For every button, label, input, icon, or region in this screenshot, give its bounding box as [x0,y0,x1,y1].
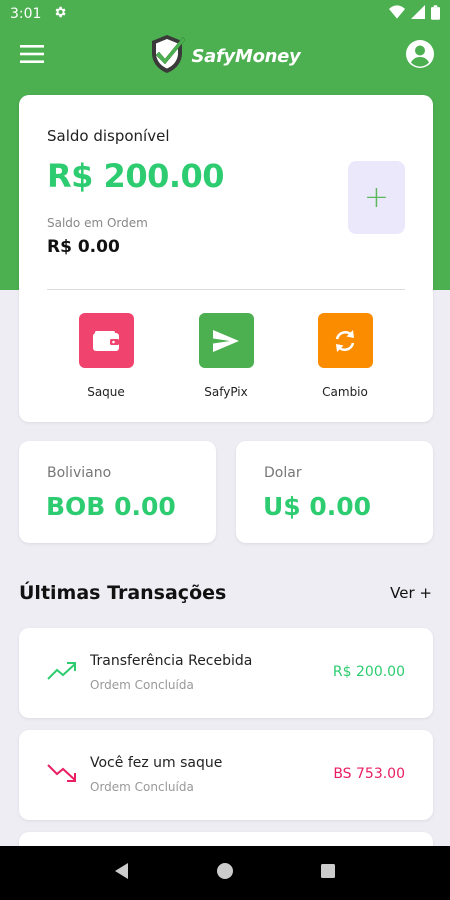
transaction-item[interactable]: Você fez um saque Ordem Concluída BS 753… [19,730,433,820]
battery-icon [431,4,440,24]
transaction-item[interactable]: Transferência Recebida Ordem Concluída R… [19,628,433,718]
exchange-icon [317,313,373,368]
app-name: SafyMoney [191,45,301,67]
boliviano-label: Boliviano [47,465,112,481]
dolar-amount: U$ 0.00 [263,492,372,521]
transactions-title: Últimas Transações [19,582,227,604]
hamburger-menu-icon[interactable] [20,45,44,67]
withdraw-label: Saque [87,385,125,399]
balance-card: Saldo disponível R$ 200.00 Saldo em Orde… [19,95,433,422]
dolar-card[interactable]: Dolar U$ 0.00 [236,441,433,543]
profile-avatar-icon[interactable] [405,40,434,72]
trending-down-icon [46,762,78,788]
signal-icon [411,5,425,23]
wifi-icon [389,5,405,23]
dolar-label: Dolar [264,465,302,481]
home-icon[interactable] [216,862,234,884]
safypix-action[interactable]: SafyPix [181,313,271,399]
exchange-label: Cambio [322,385,368,399]
exchange-action[interactable]: Cambio [300,313,390,399]
trending-up-icon [46,660,78,686]
status-time: 3:01 [10,6,42,22]
transaction-title: Transferência Recebida [90,653,253,669]
system-nav-bar [0,846,450,900]
boliviano-card[interactable]: Boliviano BOB 0.00 [19,441,216,543]
transaction-title: Você fez um saque [90,755,223,771]
recents-icon[interactable] [319,862,337,884]
status-bar: 3:01 [0,0,450,28]
transaction-amount: R$ 200.00 [332,664,405,680]
settings-gear-icon [53,5,67,23]
app-bar: SafyMoney [0,28,450,84]
order-balance-amount: R$ 0.00 [47,237,120,257]
app-logo: SafyMoney [149,33,301,79]
see-more-link[interactable]: Ver + [390,584,432,602]
transaction-amount: BS 753.00 [333,766,405,782]
safypix-label: SafyPix [204,385,248,399]
available-balance-label: Saldo disponível [47,127,170,145]
available-balance-amount: R$ 200.00 [47,157,225,195]
shield-check-icon [149,33,186,79]
transaction-status: Ordem Concluída [90,678,194,692]
wallet-icon [78,313,134,368]
transaction-status: Ordem Concluída [90,780,194,794]
back-icon[interactable] [113,862,131,884]
send-icon [198,313,254,368]
boliviano-amount: BOB 0.00 [46,492,176,521]
order-balance-label: Saldo em Ordem [47,216,148,230]
add-funds-button[interactable]: + [348,161,405,234]
divider [47,289,405,290]
withdraw-action[interactable]: Saque [61,313,151,399]
